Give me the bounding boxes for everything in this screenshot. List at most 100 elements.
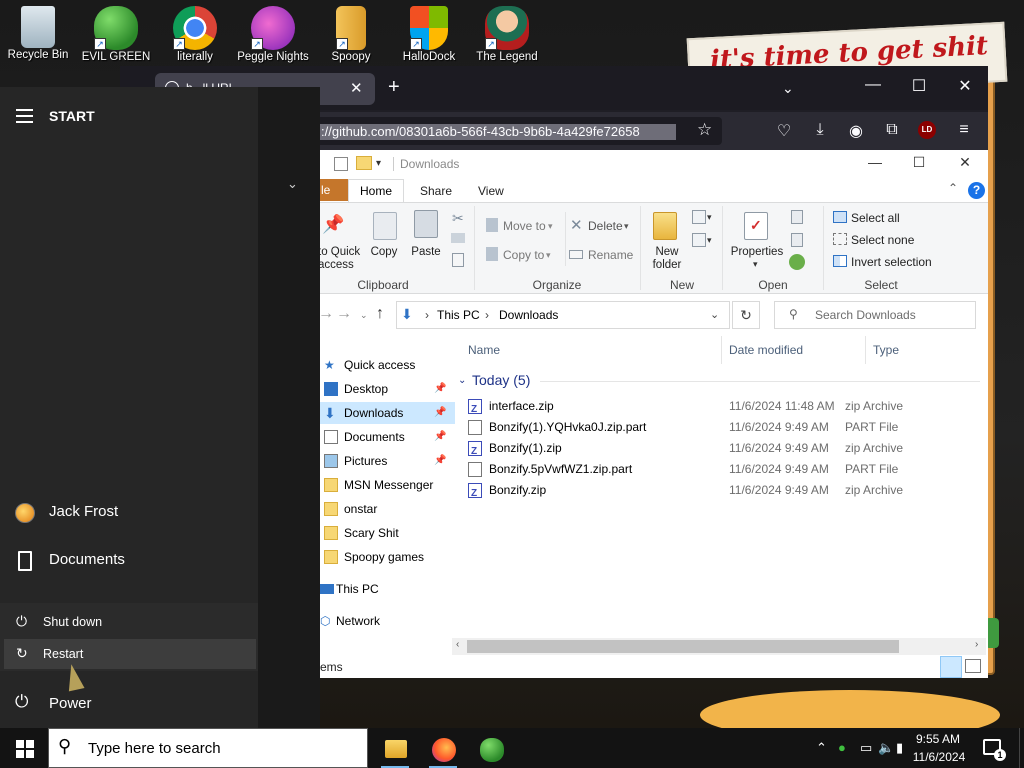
properties-dropdown-icon[interactable]: ▾ (753, 259, 758, 270)
start-power[interactable]: ⏻ Power (0, 682, 258, 726)
column-header-date-modified[interactable]: Date modified (729, 343, 803, 357)
show-hidden-icons-chevron[interactable]: ⌃ (816, 740, 827, 756)
scrollbar-thumb[interactable] (467, 640, 899, 653)
shutdown-option[interactable]: ⏻ Shut down (4, 607, 256, 637)
nav-spoopy-games[interactable]: Spoopy games (320, 546, 455, 568)
new-item-icon[interactable] (692, 210, 706, 224)
paste-shortcut-icon[interactable] (452, 253, 464, 267)
nav-this-pc[interactable]: This PC (320, 578, 455, 600)
ribbon-tab-view[interactable]: View (478, 184, 504, 198)
ribbon-collapse-chevron-icon[interactable]: ⌃ (948, 181, 958, 195)
group-header-today[interactable]: Today (5) (472, 372, 530, 388)
cut-icon[interactable]: ✂ (452, 210, 464, 227)
open-icon[interactable] (791, 210, 803, 224)
browser-maximize-button[interactable]: ☐ (904, 76, 934, 96)
ribbon-tab-home[interactable]: Home (348, 179, 404, 203)
chevron-down-icon[interactable]: ⌄ (287, 176, 298, 192)
new-item-dropdown-icon[interactable]: ▾ (707, 212, 712, 223)
scroll-left-arrow-icon[interactable]: ‹ (456, 639, 459, 650)
file-row[interactable]: Bonzify(1).YQHvka0J.zip.part 11/6/2024 9… (462, 417, 982, 438)
desktop-icon-peggle-nights[interactable]: ↗ Peggle Nights (237, 4, 309, 72)
tab-close-icon[interactable]: ✕ (350, 79, 363, 97)
properties-button[interactable]: Properties (728, 246, 786, 259)
show-desktop-button[interactable] (1019, 728, 1024, 768)
extensions-icon[interactable]: ⧉ (881, 121, 903, 139)
delete-dropdown-icon[interactable]: ▾ (624, 221, 629, 232)
start-user-account[interactable]: Jack Frost (0, 490, 258, 534)
select-all-button[interactable]: Select all (851, 211, 900, 225)
pocket-icon[interactable]: ♡ (773, 121, 795, 141)
downloads-icon[interactable]: ⤓ (809, 121, 831, 139)
desktop-icon-the-legend[interactable]: ↗ The Legend (471, 4, 543, 72)
browser-close-button[interactable]: ✕ (950, 76, 980, 96)
paste-button[interactable]: Paste (408, 246, 444, 259)
nav-downloads[interactable]: ⬇ Downloads 📌 (320, 402, 455, 424)
volume-icon[interactable]: 🔈 (878, 740, 894, 756)
column-header-type[interactable]: Type (873, 343, 899, 357)
copy-button[interactable]: Copy (367, 246, 401, 259)
easy-access-icon[interactable] (692, 233, 706, 247)
network-icon[interactable]: ▭ (860, 740, 872, 756)
battery-icon[interactable]: ▮ (896, 740, 903, 756)
breadcrumb-downloads[interactable]: Downloads (499, 308, 558, 322)
move-to-dropdown-icon[interactable]: ▾ (548, 221, 553, 232)
delete-button[interactable]: Delete (588, 219, 623, 233)
help-icon[interactable]: ? (968, 182, 985, 199)
explorer-close-button[interactable]: ✕ (950, 154, 980, 171)
column-separator[interactable] (721, 336, 722, 364)
history-icon[interactable] (789, 254, 805, 270)
file-row[interactable]: Bonzify(1).zip 11/6/2024 9:49 AM zip Arc… (462, 438, 982, 462)
group-collapse-chevron-icon[interactable]: ⌄ (458, 375, 466, 386)
refresh-button[interactable]: ↻ (732, 301, 760, 329)
nav-quick-access[interactable]: ★ Quick access (320, 354, 455, 376)
account-icon[interactable]: ◉ (845, 121, 867, 141)
forward-arrow-icon[interactable]: → (336, 305, 352, 323)
large-icons-view-icon[interactable] (965, 659, 981, 673)
invert-selection-button[interactable]: Invert selection (851, 255, 932, 269)
nav-desktop[interactable]: Desktop 📌 (320, 378, 455, 400)
breadcrumb-separator[interactable]: › (485, 308, 489, 322)
breadcrumb-separator[interactable]: › (425, 308, 429, 322)
nav-msn-messenger[interactable]: MSN Messenger (320, 474, 455, 496)
browser-minimize-button[interactable]: — (858, 76, 888, 94)
desktop-icon-evil-green[interactable]: ↗ EVIL GREEN (80, 4, 152, 72)
file-row[interactable]: Bonzify.zip 11/6/2024 9:49 AM zip Archiv… (462, 480, 982, 504)
new-tab-button[interactable]: + (388, 76, 400, 99)
easy-access-dropdown-icon[interactable]: ▾ (707, 235, 712, 246)
nav-documents[interactable]: Documents 📌 (320, 426, 455, 448)
copy-path-icon[interactable] (451, 233, 465, 243)
desktop-icon-spoopy[interactable]: ↗ Spoopy (315, 4, 387, 72)
nav-onstar[interactable]: onstar (320, 498, 455, 520)
nav-network[interactable]: ⬡ Network (320, 610, 455, 632)
nav-scary-shit[interactable]: Scary Shit (320, 522, 455, 544)
taskbar-firefox[interactable] (421, 732, 465, 768)
move-to-button[interactable]: Move to (503, 219, 546, 233)
msn-tray-icon[interactable]: ● (838, 740, 846, 755)
hamburger-menu-icon[interactable] (16, 109, 33, 123)
properties-quick-icon[interactable] (334, 157, 348, 171)
ribbon-tab-file[interactable]: le (320, 179, 348, 201)
desktop-icon-hallodock[interactable]: ↗ HalloDock (393, 4, 465, 72)
clock-time[interactable]: 9:55 AM (913, 732, 963, 746)
desktop-icon-chrome[interactable]: ↗ literally (159, 4, 231, 72)
column-separator[interactable] (865, 336, 866, 364)
list-tabs-chevron-icon[interactable]: ⌄ (782, 80, 794, 97)
scroll-right-arrow-icon[interactable]: › (975, 639, 978, 650)
nav-pictures[interactable]: Pictures 📌 (320, 450, 455, 472)
copy-to-button[interactable]: Copy to (503, 248, 544, 262)
column-header-name[interactable]: Name (468, 343, 500, 357)
address-dropdown-icon[interactable]: ⌄ (710, 308, 719, 321)
desktop-icon-recycle-bin[interactable]: Recycle Bin (2, 4, 74, 72)
restart-option[interactable]: ↻ Restart (4, 639, 256, 669)
menu-hamburger-icon[interactable]: ≡ (953, 121, 975, 139)
ublock-icon[interactable]: LD (918, 121, 936, 139)
clock-date[interactable]: 11/6/2024 (911, 750, 967, 764)
back-arrow-icon[interactable]: → (318, 305, 334, 323)
new-folder-button[interactable]: New folder (646, 246, 688, 272)
select-none-button[interactable]: Select none (851, 233, 914, 247)
breadcrumb-this-pc[interactable]: This PC (437, 308, 480, 322)
file-row[interactable]: interface.zip 11/6/2024 11:48 AM zip Arc… (462, 396, 982, 420)
taskbar-msn-messenger[interactable] (469, 732, 513, 768)
details-view-icon[interactable] (940, 656, 962, 678)
ribbon-tab-share[interactable]: Share (420, 184, 452, 198)
